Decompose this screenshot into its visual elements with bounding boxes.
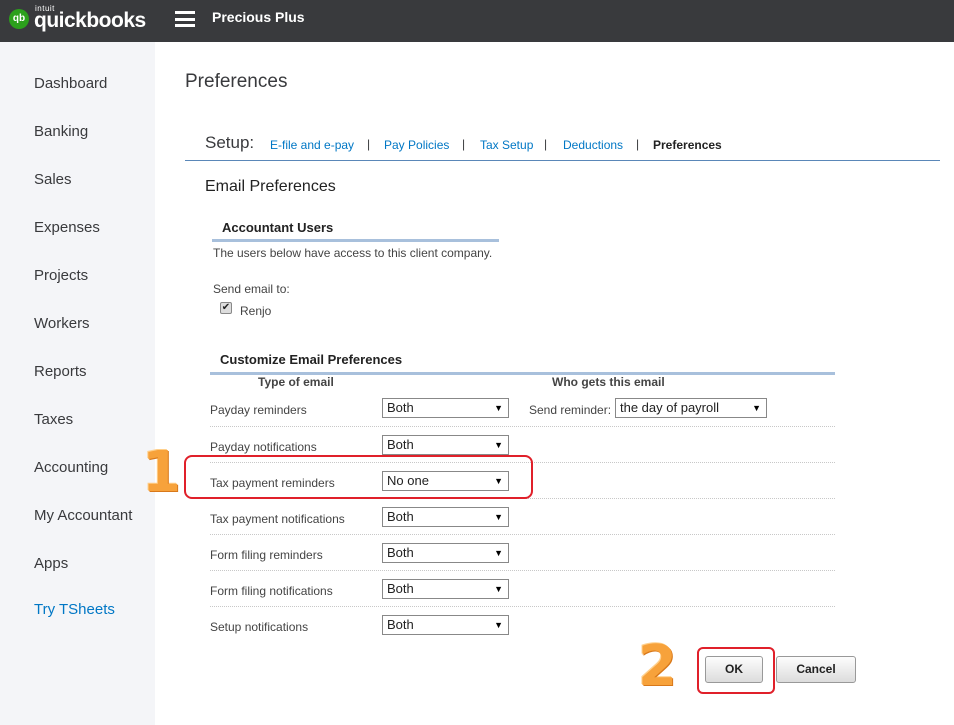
pref-row-tax-payment-notifications: Tax payment notifications Both ▼ [210,498,835,534]
select-value: Both [387,509,414,524]
dropdown-arrow-icon: ▼ [494,548,503,558]
column-header-type: Type of email [258,375,334,389]
setup-separator: | [544,137,548,151]
top-bar: qb intuit quickbooks Precious Plus [0,0,954,42]
select-value: Both [387,545,414,560]
company-name: Precious Plus [212,9,305,25]
pref-row-form-filing-reminders: Form filing reminders Both ▼ [210,534,835,570]
setup-nav: Setup: E-file and e-pay | Pay Policies |… [185,130,940,161]
setup-link-tax-setup[interactable]: Tax Setup [480,138,533,152]
payday-notifications-select[interactable]: Both ▼ [382,435,509,455]
annotation-step-2: 2 [638,634,677,699]
sidebar: Dashboard Banking Sales Expenses Project… [0,42,155,725]
setup-separator: | [636,137,640,151]
send-email-label: Send email to: [213,282,290,296]
pref-label: Form filing reminders [210,548,323,562]
send-reminder-select[interactable]: the day of payroll ▼ [615,398,767,418]
form-filing-notifications-select[interactable]: Both ▼ [382,579,509,599]
accountant-users-header: Accountant Users [212,219,499,242]
sidebar-item-dashboard[interactable]: Dashboard [34,75,107,92]
page-title: Preferences [185,71,288,92]
pref-label: Payday notifications [210,440,317,454]
setup-label: Setup: [205,133,255,152]
sidebar-item-reports[interactable]: Reports [34,363,87,380]
pref-row-form-filing-notifications: Form filing notifications Both ▼ [210,570,835,606]
sidebar-item-projects[interactable]: Projects [34,267,88,284]
annotation-step-1: 1 [142,440,181,505]
setup-notifications-select[interactable]: Both ▼ [382,615,509,635]
renjo-checkbox[interactable]: ✔ [220,302,232,314]
dropdown-arrow-icon: ▼ [494,403,503,413]
pref-label: Setup notifications [210,620,309,634]
pref-row-payday-reminders: Payday reminders Both ▼ Send reminder: th… [210,390,835,426]
column-header-who: Who gets this email [552,375,665,389]
form-filing-reminders-select[interactable]: Both ▼ [382,543,509,563]
email-preferences-title: Email Preferences [205,178,336,195]
sidebar-item-workers[interactable]: Workers [34,315,90,332]
ok-button[interactable]: OK [705,656,763,683]
sidebar-item-expenses[interactable]: Expenses [34,219,100,236]
setup-link-deductions[interactable]: Deductions [563,138,623,152]
sidebar-item-try-tsheets[interactable]: Try TSheets [34,601,115,618]
dropdown-arrow-icon: ▼ [494,512,503,522]
setup-separator: | [462,137,466,151]
sidebar-item-banking[interactable]: Banking [34,123,88,140]
hamburger-menu-icon[interactable] [175,11,195,27]
sidebar-item-my-accountant[interactable]: My Accountant [34,507,132,524]
dropdown-arrow-icon: ▼ [494,440,503,450]
select-value: Both [387,617,414,632]
quickbooks-logo-icon[interactable]: qb [9,9,29,29]
select-value: Both [387,400,414,415]
logo-quickbooks-text[interactable]: quickbooks [34,9,146,33]
send-reminder-label: Send reminder: [529,403,612,417]
select-value: the day of payroll [620,400,720,415]
accountant-users-title: Accountant Users [222,220,334,235]
cancel-button[interactable]: Cancel [776,656,856,683]
customize-email-header: Customize Email Preferences [210,351,835,375]
dropdown-arrow-icon: ▼ [752,403,761,413]
sidebar-item-accounting[interactable]: Accounting [34,459,108,476]
customize-email-title: Customize Email Preferences [220,352,403,367]
setup-separator: | [367,137,371,151]
payday-reminders-select[interactable]: Both ▼ [382,398,509,418]
sidebar-item-sales[interactable]: Sales [34,171,72,188]
pref-label: Tax payment notifications [210,512,345,526]
setup-link-pay-policies[interactable]: Pay Policies [384,138,449,152]
select-value: Both [387,581,414,596]
setup-link-efile[interactable]: E-file and e-pay [270,138,354,152]
setup-current-preferences: Preferences [653,138,722,152]
annotation-highlight-tax-reminders [184,455,533,499]
sidebar-item-taxes[interactable]: Taxes [34,411,73,428]
pref-label: Payday reminders [210,403,307,417]
dropdown-arrow-icon: ▼ [494,620,503,630]
pref-label: Form filing notifications [210,584,333,598]
dropdown-arrow-icon: ▼ [494,584,503,594]
sidebar-item-apps[interactable]: Apps [34,555,68,572]
select-value: Both [387,437,414,452]
tax-payment-notifications-select[interactable]: Both ▼ [382,507,509,527]
accountant-users-description: The users below have access to this clie… [213,246,493,260]
pref-row-setup-notifications: Setup notifications Both ▼ [210,606,835,642]
user-name-renjo: Renjo [240,304,272,318]
